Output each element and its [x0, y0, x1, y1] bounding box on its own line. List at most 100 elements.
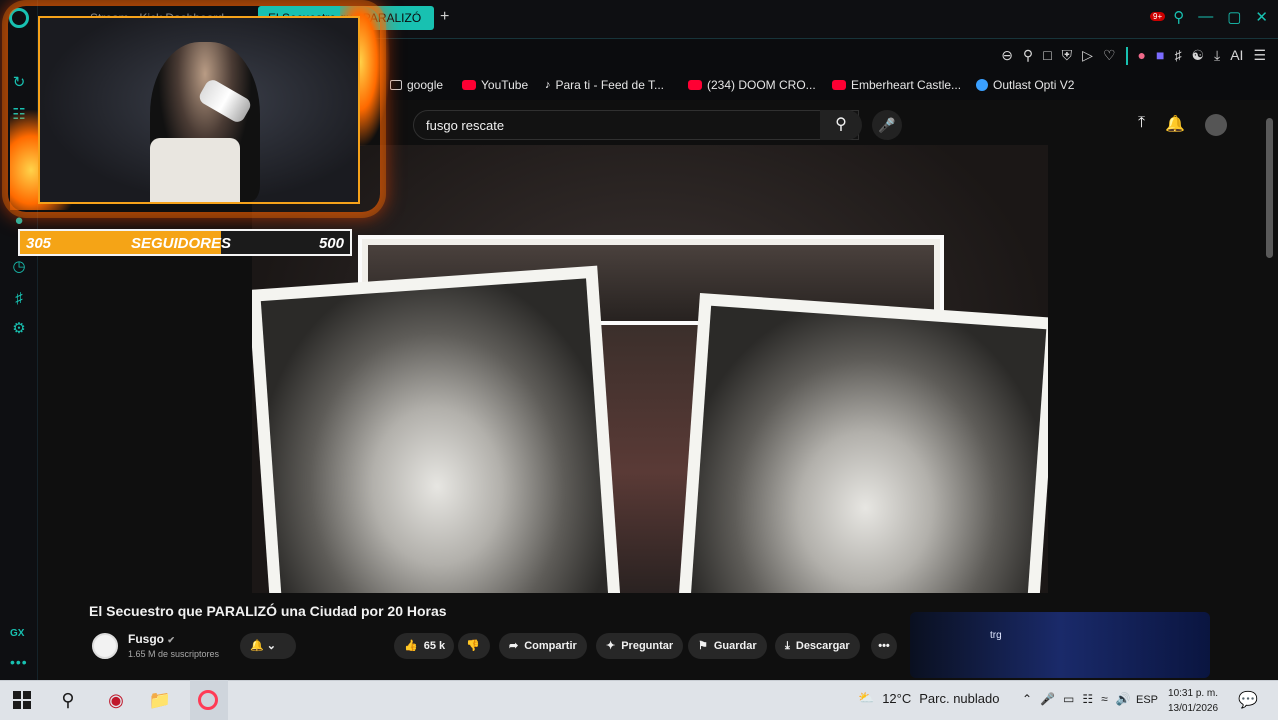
bookmark-youtube[interactable]: YouTube [462, 78, 528, 92]
file-explorer-icon[interactable]: 📁 [148, 688, 172, 712]
bell-icon: 🔔 [250, 640, 264, 652]
minimize-icon[interactable]: — [1198, 8, 1213, 26]
extension-icon[interactable]: ■ [1156, 47, 1164, 65]
opera-sidebar: ↻ ☷ ● ◷ ♯ ⚙ GX ••• [0, 0, 38, 680]
follower-goal-bar: 305 SEGUIDORES 500 [18, 229, 352, 256]
snapshot-icon[interactable]: □ [1043, 47, 1051, 65]
sparkle-icon: ✦ [606, 640, 616, 652]
scrollbar-thumb[interactable] [1266, 118, 1273, 258]
screen: Stream - Kick Dashboard El Secuestro que… [0, 0, 1278, 720]
wifi-icon[interactable]: ≈ [1101, 692, 1108, 706]
upload-icon[interactable]: ⤒ [1138, 114, 1145, 136]
save-button[interactable]: ⚑ Guardar [688, 633, 767, 659]
search-tabs-icon[interactable]: ⚲ [1173, 8, 1184, 26]
ad-thumbnail[interactable]: trg [910, 612, 1210, 678]
download-icon[interactable]: ⤓ [1214, 47, 1220, 65]
download-label: Descargar [795, 640, 850, 652]
close-icon[interactable]: ✕ [1255, 8, 1268, 26]
notification-badge: 9+ [1150, 12, 1166, 21]
color-extension-icon[interactable]: ● [1138, 47, 1146, 65]
window-controls: ⚲ — ▢ ✕ [1173, 8, 1268, 26]
download-button[interactable]: ⤓ Descargar [775, 633, 860, 659]
thumbs-up-icon: 👍 [404, 640, 418, 652]
share-button[interactable]: ➦ Compartir [499, 633, 587, 659]
page-scrollbar[interactable] [1262, 100, 1278, 680]
tiktok-icon: ♪ [545, 79, 551, 91]
channel-name[interactable]: Fusgo ✔ [128, 632, 175, 646]
search-icon[interactable]: ⚲ [820, 110, 862, 140]
bookmark-tiktok[interactable]: ♪ Para ti - Feed de T... [545, 78, 664, 92]
language-indicator[interactable]: ESP [1136, 694, 1158, 706]
play-icon[interactable]: ▷ [1082, 47, 1093, 65]
app-icon[interactable]: ◉ [104, 688, 128, 712]
discord-icon[interactable]: ● [10, 212, 28, 230]
search-query: fusgo rescate [426, 118, 505, 133]
menu-icon[interactable]: ☰ [1253, 47, 1266, 65]
microphone-tray-icon[interactable]: 🎤 [1040, 692, 1055, 706]
history-icon[interactable]: ◷ [10, 258, 28, 276]
volume-icon[interactable]: 🔊 [1116, 692, 1131, 706]
youtube-icon [832, 80, 846, 90]
toolbar-icons: ⊖ ⚲ □ ⛨ ▷ ♡ ● ■ ♯ ☯ ⤓ AI ☰ [1001, 47, 1266, 65]
follower-label: SEGUIDORES [131, 235, 232, 252]
follower-count: 305 [26, 235, 52, 252]
youtube-icon [462, 80, 476, 90]
notification-center-icon[interactable]: 💬 [1238, 690, 1258, 710]
bookmark-outlast[interactable]: Outlast Opti V2 [976, 78, 1074, 92]
microphone-icon[interactable]: 🎤 [872, 110, 902, 140]
more-actions-button[interactable]: ••• [871, 633, 897, 659]
sidebar-more-icon[interactable]: ••• [10, 654, 28, 670]
opera-logo-icon[interactable] [9, 8, 29, 28]
verified-icon: ✔ [167, 635, 175, 645]
bookmark-icon: ⚑ [698, 640, 708, 652]
network-icon[interactable]: ☷ [1082, 692, 1093, 706]
chevron-down-icon: ⌄ [266, 640, 276, 652]
bookmark-label: Outlast Opti V2 [993, 78, 1075, 92]
ask-button[interactable]: ✦ Preguntar [596, 633, 684, 659]
bookmark-label: Emberheart Castle... [851, 78, 962, 92]
video-player[interactable] [252, 145, 1048, 593]
streamer-shirt [150, 138, 240, 202]
video-title: El Secuestro que PARALIZÓ una Ciudad por… [89, 603, 447, 619]
ai-button[interactable]: AI [1230, 47, 1243, 65]
dislike-button[interactable]: 👎 [458, 633, 490, 659]
battery-icon[interactable]: ▭ [1063, 692, 1074, 706]
vpn-icon[interactable]: ☯ [1191, 47, 1204, 65]
clock-time: 10:31 p. m. [1168, 688, 1219, 699]
bookmark-google[interactable]: google [390, 78, 443, 92]
account-avatar[interactable] [1205, 114, 1227, 136]
weather-desc: Parc. nublado [919, 690, 1000, 706]
video-photo-left [252, 265, 621, 593]
clock[interactable]: 10:31 p. m. 13/01/2026 [1168, 686, 1218, 716]
like-button[interactable]: 👍 65 k [394, 633, 454, 659]
bookmark-label: YouTube [481, 78, 529, 92]
zoom-icon[interactable]: ⊖ [1001, 47, 1013, 65]
heart-icon[interactable]: ♡ [1103, 47, 1116, 65]
extensions-icon[interactable]: ♯ [10, 290, 28, 308]
puzzle-icon[interactable]: ♯ [1174, 47, 1181, 65]
follower-goal: 500 [318, 235, 344, 252]
pin-icon[interactable]: ⚲ [1023, 47, 1033, 65]
shield-icon[interactable]: ⛨ [1062, 47, 1073, 65]
bookmark-label: google [407, 78, 444, 92]
gx-corner-button[interactable]: GX [10, 628, 24, 639]
search-taskbar-icon[interactable]: ⚲ [56, 688, 80, 712]
maximize-icon[interactable]: ▢ [1227, 8, 1241, 26]
weather-widget[interactable]: ⛅ 12°C Parc. nublado [858, 690, 999, 706]
bookmark-emberheart[interactable]: Emberheart Castle... [832, 78, 961, 92]
subscribed-bell-button[interactable]: 🔔 ⌄ [240, 633, 296, 659]
speed-dial-icon[interactable]: ↻ [10, 74, 28, 92]
search-input[interactable]: fusgo rescate × [413, 110, 859, 140]
chevron-up-icon[interactable]: ⌃ [1022, 692, 1032, 706]
channel-avatar[interactable] [92, 633, 118, 659]
ad-text: trg [990, 630, 1002, 641]
new-tab-button[interactable]: + [440, 8, 449, 26]
youtube-header-actions: ⤒ 🔔 [1138, 114, 1227, 136]
opera-taskbar-button[interactable] [196, 688, 220, 712]
folder-icon [390, 80, 402, 90]
bookmark-doom[interactable]: (234) DOOM CRO... [688, 78, 816, 92]
start-button[interactable] [10, 688, 34, 712]
system-tray: ⌃ 🎤 ▭ ☷ ≈ 🔊 [1022, 692, 1131, 706]
settings-icon[interactable]: ⚙ [10, 320, 28, 338]
notifications-bell-icon[interactable]: 🔔 [1165, 114, 1185, 136]
